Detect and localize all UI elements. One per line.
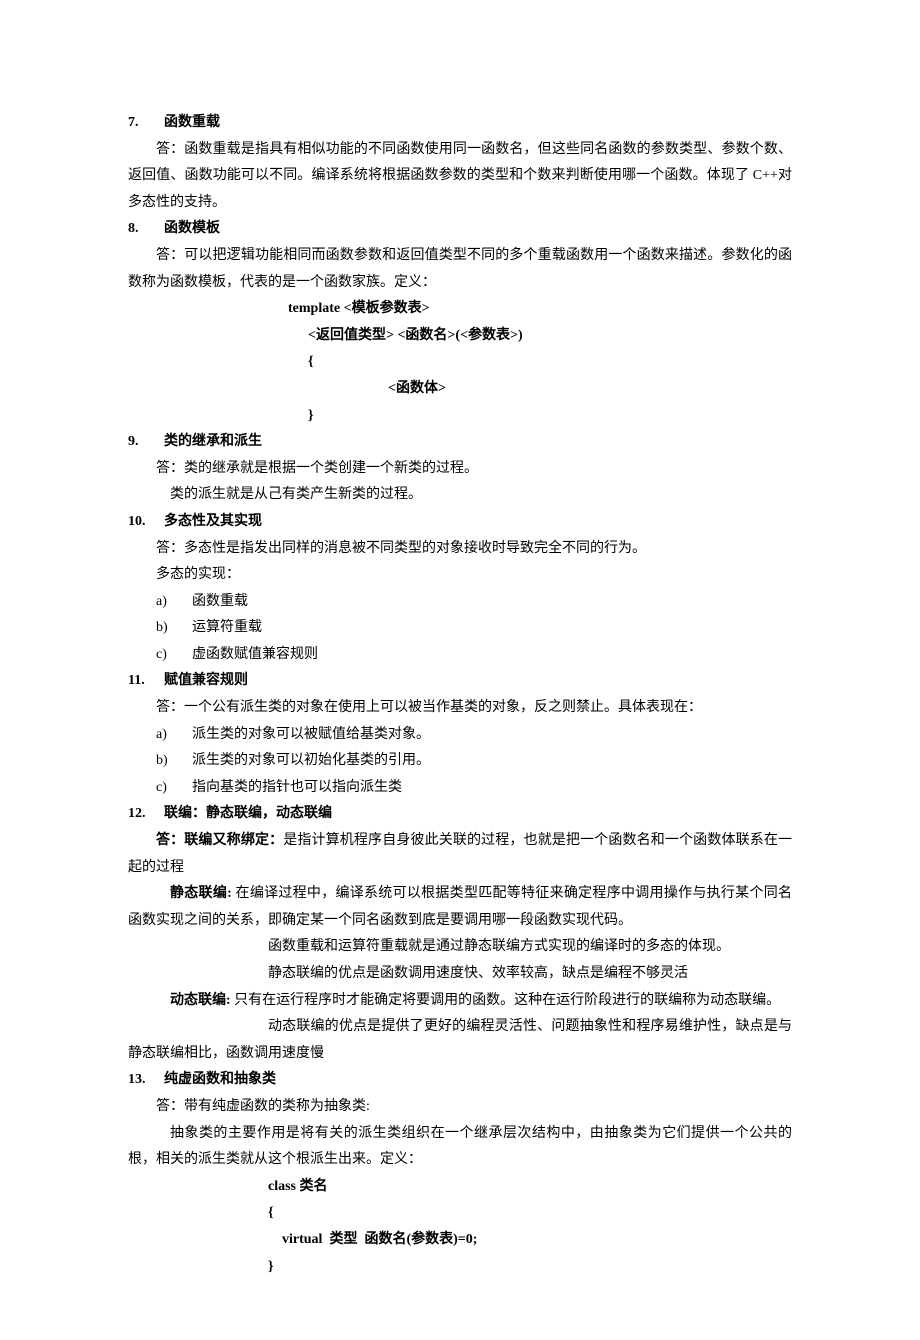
bold-term: 静态联编: (170, 886, 232, 901)
sub-item: b) 派生类的对象可以初始化基类的引用。 (128, 748, 792, 775)
sub-item: c) 指向基类的指针也可以指向派生类 (128, 775, 792, 802)
section-title: 纯虚函数和抽象类 (164, 1067, 276, 1094)
section-heading: 12. 联编：静态联编，动态联编 (128, 801, 792, 828)
sub-letter: a) (156, 589, 174, 616)
section-heading: 13. 纯虚函数和抽象类 (128, 1067, 792, 1094)
code-line: virtual 类型 函数名(参数表)=0; (128, 1227, 792, 1254)
code-line: <函数体> (128, 376, 792, 403)
code-line: { (128, 349, 792, 376)
section-number: 8. (128, 216, 146, 243)
sub-letter: c) (156, 775, 174, 802)
section-10: 10. 多态性及其实现答：多态性是指发出同样的消息被不同类型的对象接收时导致完全不… (128, 509, 792, 669)
answer-text: 答：联编又称绑定：是指计算机程序自身彼此关联的过程，也就是把一个函数名和一个函数… (128, 828, 792, 881)
answer-text: 答：带有纯虚函数的类称为抽象类: (128, 1094, 792, 1121)
answer-text: 多态的实现： (128, 562, 792, 589)
answer-text: 答：多态性是指发出同样的消息被不同类型的对象接收时导致完全不同的行为。 (128, 536, 792, 563)
section-heading: 11. 赋值兼容规则 (128, 668, 792, 695)
bold-term: 动态联编: (170, 993, 231, 1008)
section-12: 12. 联编：静态联编，动态联编答：联编又称绑定：是指计算机程序自身彼此关联的过程… (128, 801, 792, 1067)
section-13: 13. 纯虚函数和抽象类答：带有纯虚函数的类称为抽象类:抽象类的主要作用是将有关的… (128, 1067, 792, 1280)
sub-letter: b) (156, 615, 174, 642)
section-number: 13. (128, 1067, 146, 1094)
code-line: } (128, 1254, 792, 1281)
sub-text: 函数重载 (192, 589, 248, 616)
sub-text: 派生类的对象可以被赋值给基类对象。 (192, 722, 430, 749)
indented-text: 函数重载和运算符重载就是通过静态联编方式实现的编译时的多态的体现。 (128, 934, 792, 961)
section-number: 10. (128, 509, 146, 536)
section-title: 赋值兼容规则 (164, 668, 248, 695)
bold-term: 答：联编又称绑定： (156, 833, 283, 848)
answer-text: 答：可以把逻辑功能相同而函数参数和返回值类型不同的多个重载函数用一个函数来描述。… (128, 243, 792, 296)
sub-item: c) 虚函数赋值兼容规则 (128, 642, 792, 669)
sub-item: a) 函数重载 (128, 589, 792, 616)
section-7: 7. 函数重载答：函数重载是指具有相似功能的不同函数使用同一函数名，但这些同名函数… (128, 110, 792, 216)
sub-item: a) 派生类的对象可以被赋值给基类对象。 (128, 722, 792, 749)
section-8: 8. 函数模板答：可以把逻辑功能相同而函数参数和返回值类型不同的多个重载函数用一个… (128, 216, 792, 429)
sub-text: 派生类的对象可以初始化基类的引用。 (192, 748, 430, 775)
indented-text: 类的派生就是从己有类产生新类的过程。 (128, 482, 792, 509)
indented-text: 动态联编: 只有在运行程序时才能确定将要调用的函数。这种在运行阶段进行的联编称为… (128, 988, 792, 1015)
section-title: 函数重载 (164, 110, 220, 137)
section-heading: 7. 函数重载 (128, 110, 792, 137)
code-line: <返回值类型> <函数名>(<参数表>) (128, 323, 792, 350)
section-number: 7. (128, 110, 146, 137)
sub-item: b) 运算符重载 (128, 615, 792, 642)
section-number: 11. (128, 668, 146, 695)
section-title: 函数模板 (164, 216, 220, 243)
sub-letter: a) (156, 722, 174, 749)
section-heading: 8. 函数模板 (128, 216, 792, 243)
code-line: template <模板参数表> (128, 296, 792, 323)
sub-letter: b) (156, 748, 174, 775)
section-heading: 10. 多态性及其实现 (128, 509, 792, 536)
sub-text: 虚函数赋值兼容规则 (192, 642, 318, 669)
code-line: { (128, 1200, 792, 1227)
sub-letter: c) (156, 642, 174, 669)
indented-text: 抽象类的主要作用是将有关的派生类组织在一个继承层次结构中，由抽象类为它们提供一个… (128, 1121, 792, 1174)
section-title: 联编：静态联编，动态联编 (164, 801, 332, 828)
code-line: class 类名 (128, 1174, 792, 1201)
answer-text: 答：类的继承就是根据一个类创建一个新类的过程。 (128, 456, 792, 483)
code-line: } (128, 403, 792, 430)
section-heading: 9. 类的继承和派生 (128, 429, 792, 456)
indented-text: 静态联编的优点是函数调用速度快、效率较高，缺点是编程不够灵活 (128, 961, 792, 988)
sub-text: 指向基类的指针也可以指向派生类 (192, 775, 402, 802)
indented-text: 动态联编的优点是提供了更好的编程灵活性、问题抽象性和程序易维护性，缺点是与静态联… (128, 1014, 792, 1067)
answer-text: 答：函数重载是指具有相似功能的不同函数使用同一函数名，但这些同名函数的参数类型、… (128, 137, 792, 217)
section-number: 12. (128, 801, 146, 828)
section-title: 多态性及其实现 (164, 509, 262, 536)
section-11: 11. 赋值兼容规则答：一个公有派生类的对象在使用上可以被当作基类的对象，反之则禁… (128, 668, 792, 801)
section-number: 9. (128, 429, 146, 456)
rest-text: 只有在运行程序时才能确定将要调用的函数。这种在运行阶段进行的联编称为动态联编。 (231, 993, 781, 1008)
section-title: 类的继承和派生 (164, 429, 262, 456)
section-9: 9. 类的继承和派生答：类的继承就是根据一个类创建一个新类的过程。类的派生就是从己… (128, 429, 792, 509)
sub-text: 运算符重载 (192, 615, 262, 642)
answer-text: 答：一个公有派生类的对象在使用上可以被当作基类的对象，反之则禁止。具体表现在： (128, 695, 792, 722)
indented-text: 静态联编: 在编译过程中，编译系统可以根据类型匹配等特征来确定程序中调用操作与执… (128, 881, 792, 934)
